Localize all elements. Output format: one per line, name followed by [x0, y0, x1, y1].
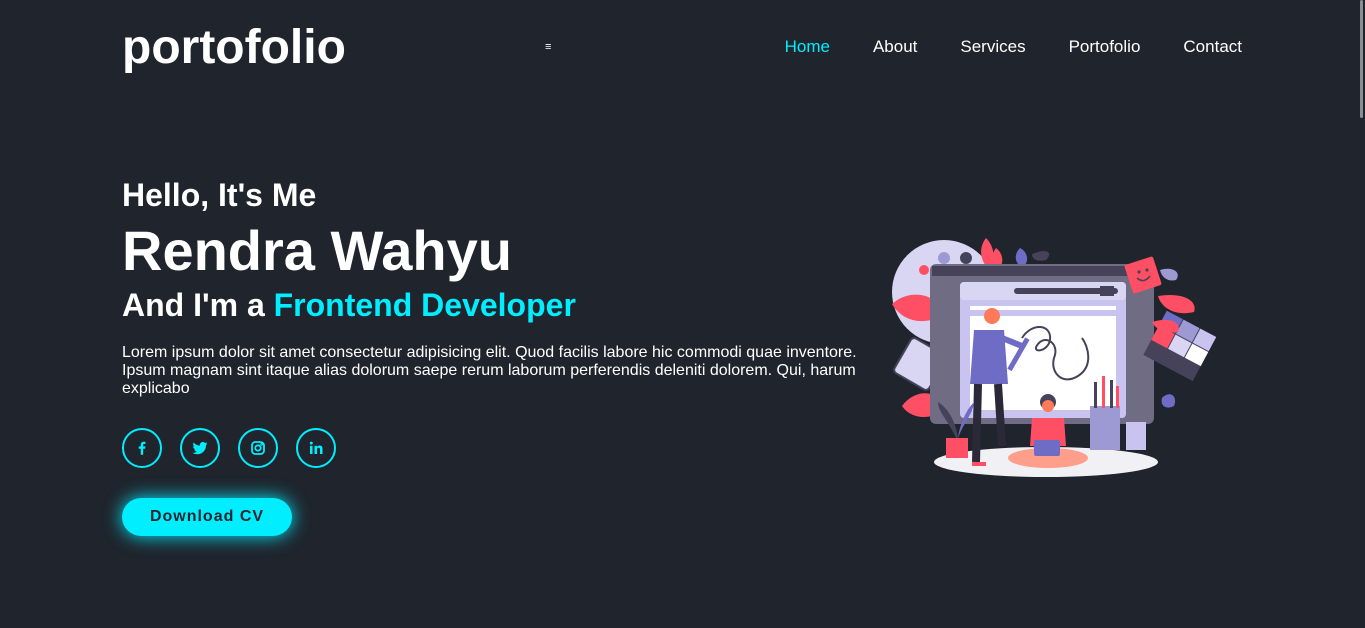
linkedin-icon[interactable] — [296, 428, 336, 468]
page: portofolio ≡ Home About Services Portofo… — [0, 0, 1365, 628]
twitter-icon[interactable] — [180, 428, 220, 468]
nav-contact[interactable]: Contact — [1183, 36, 1242, 58]
nav-about[interactable]: About — [873, 36, 917, 58]
instagram-icon[interactable] — [238, 428, 278, 468]
menu-icon[interactable]: ≡ — [545, 40, 551, 54]
download-cv-button[interactable]: Download CV — [122, 498, 292, 536]
hero-role: And I'm a Frontend Developer — [122, 286, 576, 324]
navbar: Home About Services Portofolio Contact — [785, 36, 1242, 58]
designer-illustration — [892, 238, 1217, 477]
hero-greeting: Hello, It's Me — [122, 177, 317, 213]
facebook-icon[interactable] — [122, 428, 162, 468]
nav-portofolio[interactable]: Portofolio — [1069, 36, 1141, 58]
role-prefix: And I'm a — [122, 287, 274, 323]
nav-services[interactable]: Services — [960, 36, 1025, 58]
role-highlight: Frontend Developer — [273, 287, 576, 323]
hero-name: Rendra Wahyu — [122, 219, 512, 282]
nav-home[interactable]: Home — [785, 36, 830, 58]
social-links — [122, 428, 336, 468]
scrollbar-thumb[interactable] — [1360, 0, 1363, 118]
scrollbar[interactable] — [1359, 0, 1365, 628]
logo[interactable]: portofolio — [122, 20, 346, 76]
hero-description: Lorem ipsum dolor sit amet consectetur a… — [122, 344, 857, 397]
